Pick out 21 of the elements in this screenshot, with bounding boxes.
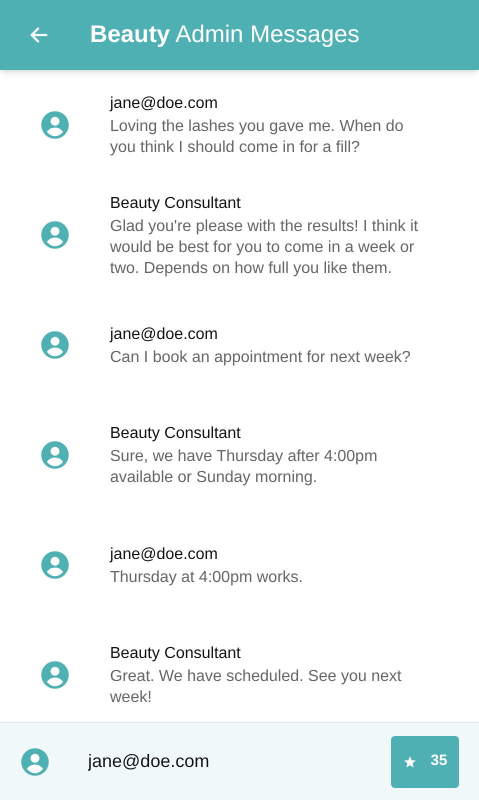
message-sender: jane@doe.com [110,544,219,564]
user-avatar-icon [40,330,70,360]
user-avatar-icon [20,746,50,776]
message-sender: Beauty Consultant [110,194,242,214]
message-text: Can I book an appointment for next week? [110,348,411,368]
user-avatar-icon [40,110,70,140]
user-avatar-icon [40,660,70,690]
message-text: Sure, we have Thursday after 4:00pm available or Sunday morning. [110,447,378,488]
message-text: Great. We have scheduled. See you next week! [110,667,402,708]
message-sender: Beauty Consultant [110,424,242,444]
user-avatar-icon [40,550,70,580]
message-text: Glad you're please with the results! I think it would be best for you to come in a week or two. Depends on how full you like them. [110,216,420,278]
window-title: Beauty Admin Messages [90,20,360,50]
message-sender: jane@doe.com [110,324,219,344]
user-avatar-icon [40,220,70,250]
star-icon [402,754,417,768]
message-text: Thursday at 4:00pm works. [110,568,303,588]
message-sender: Beauty Consultant [110,644,242,664]
message-text: Loving the lashes you gave me. When do you think I should come in for a fill? [110,117,405,158]
user-avatar-icon [40,440,70,470]
message-sender: jane@doe.com [110,94,219,114]
